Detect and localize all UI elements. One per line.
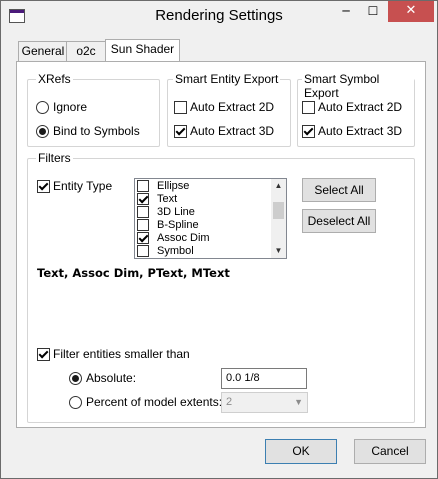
entity-auto-extract-2d-box <box>174 100 187 114</box>
smart-symbol-export-group: Smart Symbol Export Auto Extract 2D Auto… <box>297 72 415 147</box>
list-item-checkbox[interactable] <box>137 205 149 218</box>
ignore-radio[interactable]: Ignore <box>36 100 87 114</box>
symbol-auto-extract-3d-label: Auto Extract 3D <box>318 124 403 138</box>
filter-smaller-checkbox[interactable]: Filter entities smaller than <box>37 347 190 361</box>
scroll-up-icon[interactable]: ▲ <box>271 179 286 193</box>
bind-to-symbols-radio-indicator <box>36 124 49 138</box>
smart-entity-export-legend: Smart Entity Export <box>173 72 281 86</box>
list-item-label: Assoc Dim <box>157 231 210 244</box>
close-icon[interactable]: ✕ <box>388 1 434 22</box>
rendering-settings-dialog: Rendering Settings ─ ☐ ✕ General o2c Sun… <box>0 0 438 479</box>
tab-o2c[interactable]: o2c <box>66 41 106 62</box>
scroll-down-icon[interactable]: ▼ <box>271 244 286 258</box>
smart-symbol-export-legend: Smart Symbol Export <box>302 72 414 100</box>
percent-radio-indicator <box>69 395 82 409</box>
percent-dropdown-value: 2 <box>226 396 233 408</box>
select-all-button[interactable]: Select All <box>302 178 376 202</box>
sun-shader-panel: XRefs Ignore Bind to Symbols Smart Entit… <box>16 61 426 428</box>
absolute-value-input[interactable]: 0.0 1/8 <box>221 368 307 389</box>
maximize-icon[interactable]: ☐ <box>360 1 386 22</box>
list-item[interactable]: Ellipse <box>135 179 286 192</box>
list-scrollbar[interactable]: ▲ ▼ <box>271 179 286 258</box>
list-item-label: Text <box>157 192 178 205</box>
filter-smaller-label: Filter entities smaller than <box>53 347 190 361</box>
entity-auto-extract-3d-label: Auto Extract 3D <box>190 124 275 138</box>
list-item[interactable]: 3D Line <box>135 205 286 218</box>
list-item[interactable]: Symbol <box>135 244 286 257</box>
deselect-all-button[interactable]: Deselect All <box>302 209 376 233</box>
tab-sun-shader[interactable]: Sun Shader <box>105 39 180 61</box>
xrefs-legend: XRefs <box>36 72 73 86</box>
list-item-checkbox[interactable] <box>137 192 149 205</box>
percent-radio[interactable]: Percent of model extents: <box>69 395 222 409</box>
symbol-auto-extract-3d-box <box>302 124 315 138</box>
list-item-label: Ellipse <box>157 179 190 192</box>
list-item[interactable]: B-Spline <box>135 218 286 231</box>
bind-to-symbols-label: Bind to Symbols <box>53 124 140 138</box>
ignore-label: Ignore <box>53 100 88 114</box>
absolute-radio-indicator <box>69 371 82 385</box>
absolute-radio[interactable]: Absolute: <box>69 371 136 385</box>
list-item[interactable]: Assoc Dim <box>135 231 286 244</box>
symbol-auto-extract-2d-label: Auto Extract 2D <box>318 100 403 114</box>
selected-entities-summary: Text, Assoc Dim, PText, MText <box>37 266 230 280</box>
minimize-icon[interactable]: ─ <box>333 1 359 22</box>
percent-dropdown[interactable]: 2 ▼ <box>221 392 308 413</box>
xrefs-group: XRefs Ignore Bind to Symbols <box>27 72 160 147</box>
list-item-checkbox[interactable] <box>137 244 149 257</box>
filters-legend: Filters <box>36 151 73 165</box>
list-item-checkbox[interactable] <box>137 179 149 192</box>
filter-smaller-box <box>37 347 50 361</box>
list-item-label: B-Spline <box>157 218 199 231</box>
chevron-down-icon: ▼ <box>294 397 303 407</box>
percent-label: Percent of model extents: <box>86 395 223 409</box>
entity-type-list[interactable]: Ellipse Text 3D Line B-Spline Assoc Dim … <box>134 178 287 259</box>
entity-auto-extract-2d-label: Auto Extract 2D <box>190 100 275 114</box>
list-item[interactable]: Text <box>135 192 286 205</box>
list-item-label: 3D Line <box>157 205 195 218</box>
entity-auto-extract-2d-checkbox[interactable]: Auto Extract 2D <box>174 100 274 114</box>
smart-entity-export-group: Smart Entity Export Auto Extract 2D Auto… <box>167 72 291 147</box>
bind-to-symbols-radio[interactable]: Bind to Symbols <box>36 124 140 138</box>
entity-auto-extract-3d-checkbox[interactable]: Auto Extract 3D <box>174 124 274 138</box>
list-item-checkbox[interactable] <box>137 231 149 244</box>
symbol-auto-extract-3d-checkbox[interactable]: Auto Extract 3D <box>302 124 402 138</box>
entity-type-label: Entity Type <box>53 179 113 193</box>
title-bar: Rendering Settings ─ ☐ ✕ <box>1 1 437 32</box>
entity-type-box <box>37 179 50 193</box>
scroll-thumb[interactable] <box>273 202 284 219</box>
entity-auto-extract-3d-box <box>174 124 187 138</box>
cancel-button[interactable]: Cancel <box>354 439 426 464</box>
ok-button[interactable]: OK <box>265 439 337 464</box>
list-item-label: Symbol <box>157 244 194 257</box>
entity-type-checkbox[interactable]: Entity Type <box>37 179 112 193</box>
tab-general[interactable]: General <box>18 41 68 62</box>
symbol-auto-extract-2d-checkbox[interactable]: Auto Extract 2D <box>302 100 402 114</box>
symbol-auto-extract-2d-box <box>302 100 315 114</box>
absolute-label: Absolute: <box>86 371 137 385</box>
list-item-checkbox[interactable] <box>137 218 149 231</box>
ignore-radio-indicator <box>36 100 49 114</box>
